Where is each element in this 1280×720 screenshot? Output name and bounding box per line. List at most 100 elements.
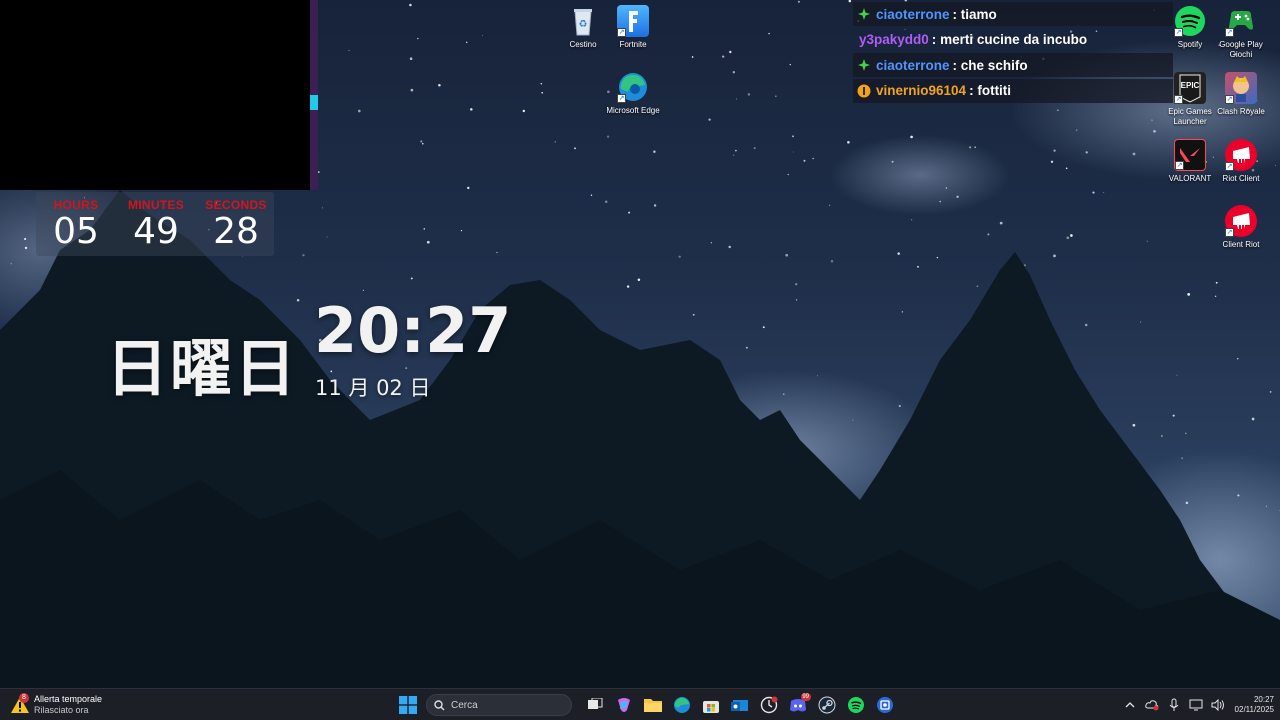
desktop-icon-label: Clash Royale [1217, 107, 1265, 116]
chat-text: che schifo [960, 57, 1028, 73]
storm-alert-icon: 8 [10, 693, 30, 715]
chat-message: ciaoterrone : che schifo [853, 53, 1173, 77]
riot-client-icon: ↗ [1225, 205, 1257, 237]
weather-widget[interactable]: 8 Allerta temporale Rilasciato ora [10, 693, 102, 717]
webcam-overlay [0, 0, 318, 190]
gold-badge-icon [857, 84, 871, 98]
recycle-bin-icon: ♻ [567, 5, 599, 37]
clash-royale-icon: ↗ [1225, 72, 1257, 104]
svg-text:♻: ♻ [579, 19, 588, 30]
countdown-seconds: SECONDS 28 [196, 192, 276, 252]
desktop-icon-riot-client[interactable]: ↗ Riot Client [1214, 139, 1268, 184]
weather-alert-badge: 8 [19, 693, 29, 703]
countdown-minutes: MINUTES 49 [116, 192, 196, 252]
copilot-button[interactable] [612, 693, 636, 717]
outlook-button[interactable] [728, 693, 752, 717]
chat-username: ciaoterrone [876, 6, 950, 22]
green-diamond-icon [857, 58, 871, 72]
desktop-icon-fortnite[interactable]: ↗ Fortnite [606, 5, 660, 50]
taskbar-date: 02/11/2025 [1234, 705, 1274, 714]
taskbar-time: 20:27 [1253, 695, 1274, 704]
riot-client-icon: ↗ [1225, 139, 1257, 171]
steam-button[interactable] [815, 693, 839, 717]
valorant-icon: ↗ [1174, 139, 1206, 171]
green-diamond-icon [857, 7, 871, 21]
desktop-icon-label: Epic Games Launcher [1168, 107, 1212, 126]
countdown-widget: HOURS 05 MINUTES 49 SECONDS 28 [36, 192, 274, 256]
desktop-icon-label: Riot Client [1222, 174, 1260, 183]
desktop-icon-client-riot[interactable]: ↗ Client Riot [1214, 205, 1268, 250]
desktop-icon-label: Spotify [1177, 40, 1203, 49]
seconds-value: 28 [213, 211, 259, 252]
edge-taskbar-button[interactable] [670, 693, 694, 717]
mail-icon [730, 700, 748, 711]
start-button[interactable] [396, 693, 420, 717]
hours-value: 05 [53, 211, 99, 252]
taskbar-clock[interactable]: 20:27 02/11/2025 [1235, 695, 1274, 715]
discord-badge: 99 [800, 693, 811, 701]
clock-time: 20:27 [314, 294, 512, 367]
system-tray: 20:27 02/11/2025 [1119, 692, 1276, 718]
taskbar-search[interactable]: Cerca [426, 694, 572, 716]
minutes-value: 49 [133, 211, 179, 252]
chat-separator: : [952, 6, 958, 22]
desktop-icon-edge[interactable]: ↗ Microsoft Edge [606, 71, 660, 116]
desktop-icon-recycle-bin[interactable]: ♻ Cestino [556, 5, 610, 50]
chat-username: vinernio96104 [876, 83, 967, 98]
desktop-icon-epic-games[interactable]: EPIC ↗ Epic Games Launcher [1163, 72, 1217, 127]
countdown-hours: HOURS 05 [36, 192, 116, 252]
clock-app-button[interactable] [757, 693, 781, 717]
clock-date: 11 月 02 日 [315, 376, 431, 400]
task-view-icon [587, 698, 602, 709]
chat-message: vinernio96104 : fottiti [853, 78, 1173, 103]
steam-icon [818, 696, 835, 714]
desktop-icon-valorant[interactable]: ↗ VALORANT [1163, 139, 1217, 184]
minutes-label: MINUTES [127, 198, 185, 212]
spotify-icon: ↗ [1174, 5, 1206, 37]
chat-message: y3pakydd0 : merti cucine da incubo [853, 28, 1173, 52]
chevron-up-icon[interactable] [1121, 696, 1139, 714]
search-icon [434, 699, 445, 710]
edge-icon: ↗ [617, 71, 649, 103]
windows-logo-icon [398, 696, 417, 714]
spotify-taskbar-button[interactable] [844, 693, 868, 717]
chat-username: y3pakydd0 [859, 32, 929, 47]
folder-icon [643, 699, 662, 712]
taskbar-apps: Cerca 99 [393, 692, 899, 718]
chat-separator: : [969, 83, 974, 98]
network-icon[interactable] [1187, 696, 1205, 714]
desktop-icon-label: Google Play Giochi [1219, 40, 1263, 59]
desktop-icon-label: Fortnite [619, 40, 647, 49]
file-explorer-button[interactable] [641, 693, 665, 717]
microphone-icon[interactable] [1165, 696, 1183, 714]
chat-text: tiamo [960, 6, 997, 22]
weather-title: Allerta temporale [34, 694, 103, 704]
desktop-icon-label: Client Riot [1222, 240, 1260, 249]
volume-icon[interactable] [1209, 696, 1227, 714]
chat-text: fottiti [977, 83, 1012, 98]
spotify-icon [847, 697, 864, 713]
chat-username: ciaoterrone [876, 57, 950, 73]
chat-message: ciaoterrone : tiamo [853, 2, 1173, 26]
hours-label: HOURS [53, 198, 99, 212]
clock-icon [760, 696, 777, 714]
stream-chat-overlay: ciaoterrone : tiamo y3pakydd0 : merti cu… [853, 2, 1173, 104]
taskbar: 8 Allerta temporale Rilasciato ora Cerca [0, 688, 1280, 720]
desktop-icon-clash-royale[interactable]: ↗ Clash Royale [1214, 72, 1268, 117]
discord-button[interactable]: 99 [786, 693, 811, 717]
task-view-button[interactable] [583, 693, 607, 717]
chat-separator: : [952, 57, 958, 73]
search-placeholder: Cerca [451, 699, 478, 711]
epic-logo-text: EPIC [1181, 81, 1200, 90]
desktop-icon-spotify[interactable]: ↗ Spotify [1163, 5, 1217, 50]
app-button[interactable] [873, 693, 897, 717]
cloud-sync-icon[interactable] [1143, 696, 1161, 714]
microsoft-store-button[interactable] [699, 693, 723, 717]
chat-text: merti cucine da incubo [940, 32, 1088, 47]
seconds-label: SECONDS [205, 198, 267, 212]
desktop-icon-google-play[interactable]: ↗ Google Play Giochi [1214, 5, 1268, 60]
desktop-icon-label: Cestino [569, 40, 597, 49]
fortnite-icon: ↗ [617, 5, 649, 37]
desktop-icon-label: Microsoft Edge [606, 106, 660, 115]
store-icon [702, 701, 719, 713]
